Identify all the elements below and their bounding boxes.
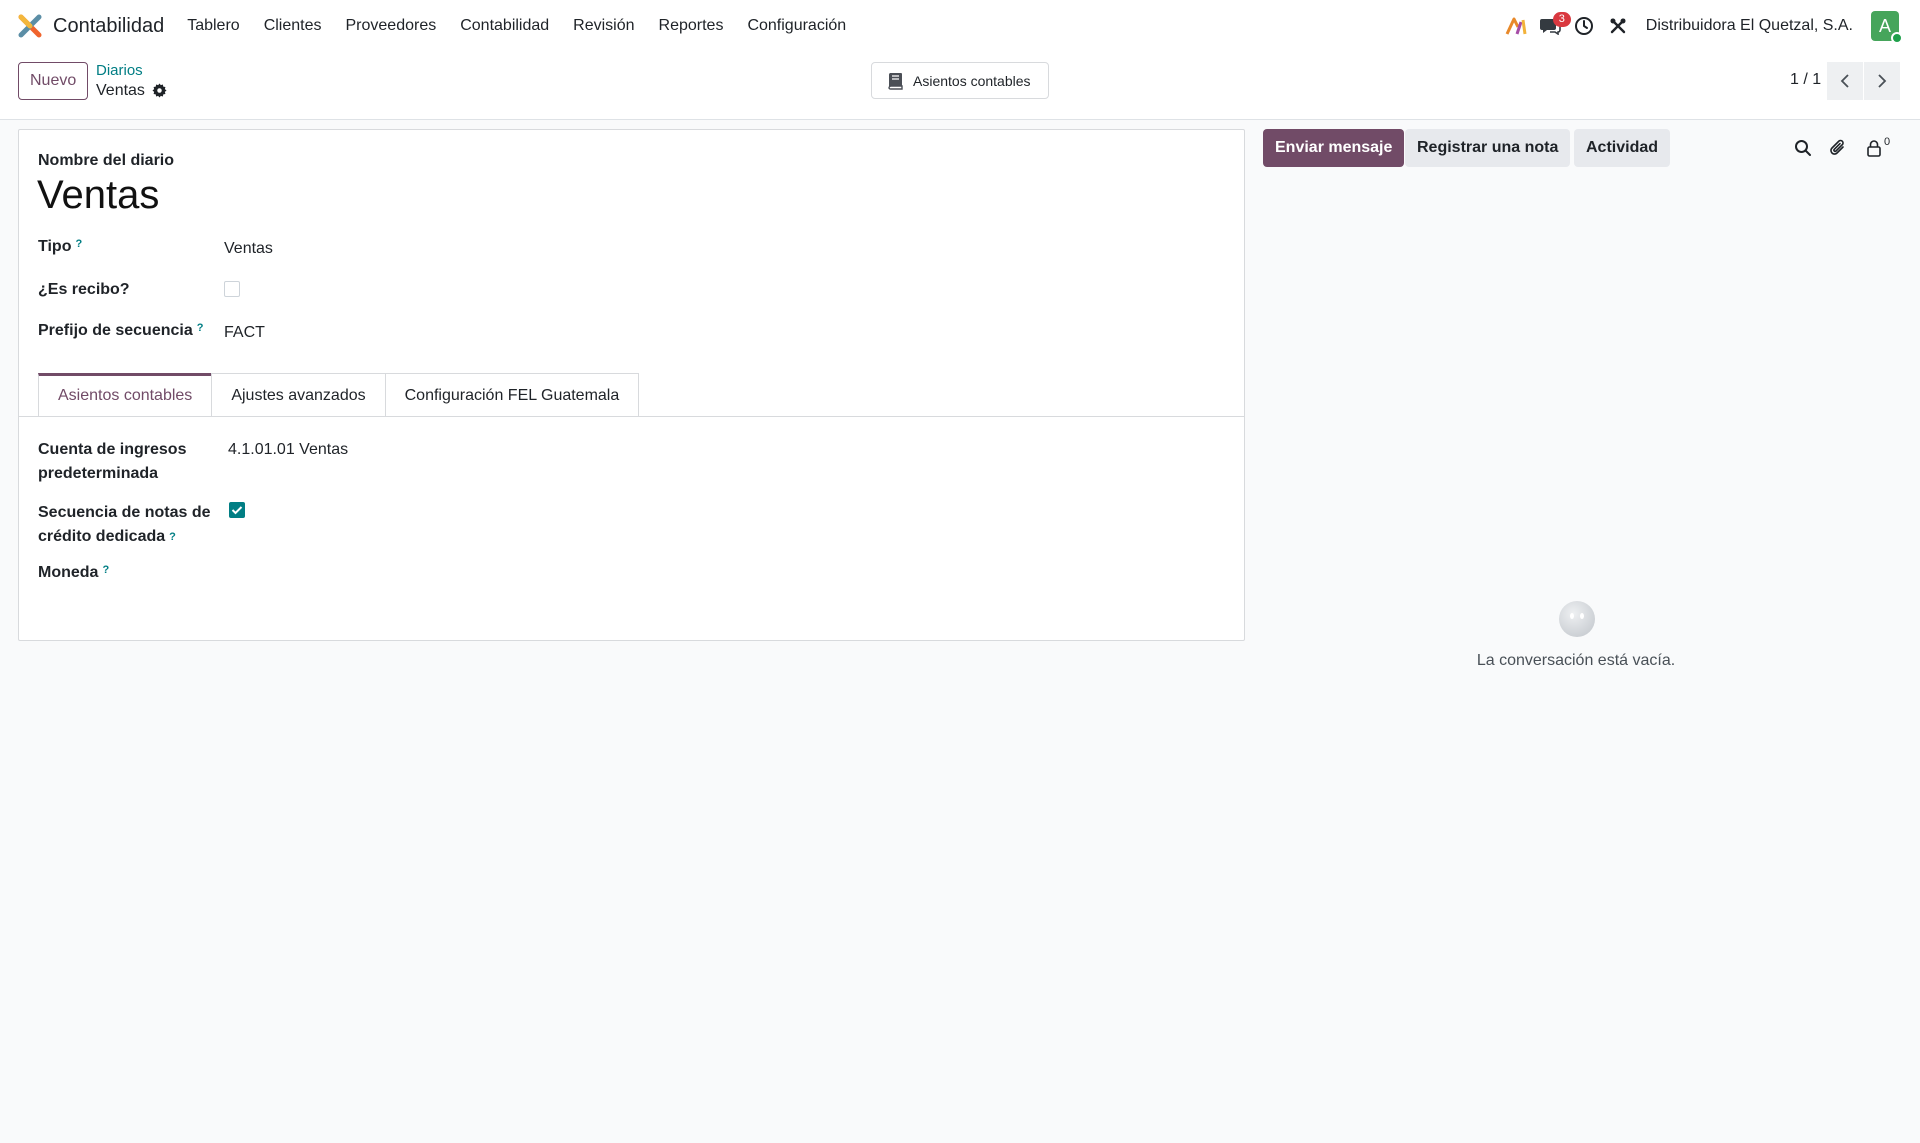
breadcrumb-current-row: Ventas — [96, 81, 167, 100]
breadcrumb: Diarios Ventas — [96, 62, 167, 100]
menu-item-revision[interactable]: Revisión — [561, 0, 646, 52]
help-tooltip-icon[interactable]: ? — [75, 238, 82, 250]
new-button[interactable]: Nuevo — [18, 62, 89, 100]
type-label-row: Tipo? — [38, 238, 82, 256]
tools-icon — [1610, 18, 1626, 34]
credit-note-label-line1: Secuencia de notas de — [38, 504, 211, 521]
sequence-prefix-label-row: Prefijo de secuencia? — [38, 322, 203, 340]
sequence-prefix-label: Prefijo de secuencia — [38, 322, 193, 339]
type-field[interactable]: Ventas — [224, 240, 273, 258]
menu-item-clientes[interactable]: Clientes — [252, 0, 334, 52]
search-messages-button[interactable] — [1793, 138, 1813, 158]
user-avatar[interactable]: A — [1871, 11, 1903, 44]
credit-note-sequence-checkbox[interactable] — [229, 502, 245, 518]
breadcrumb-parent-link[interactable]: Diarios — [96, 62, 167, 80]
income-account-label-line1: Cuenta de ingresos — [38, 441, 187, 458]
menu-item-reportes[interactable]: Reportes — [647, 0, 736, 52]
journal-entries-smart-button[interactable]: Asientos contables — [871, 62, 1049, 99]
menu-item-proveedores[interactable]: Proveedores — [334, 0, 449, 52]
systray: 3 Distribuidora El Quetzal, S.A. A — [1499, 0, 1903, 52]
income-account-field[interactable]: 4.1.01.01 Ventas — [228, 441, 348, 459]
form-sheet: Nombre del diario Ventas Tipo? Ventas ¿E… — [18, 129, 1245, 641]
type-label: Tipo — [38, 238, 72, 255]
checkmark-icon — [231, 506, 243, 515]
notebook-tabs: Asientos contables Ajustes avanzados Con… — [38, 373, 640, 417]
tab-ajustes-avanzados[interactable]: Ajustes avanzados — [211, 373, 386, 417]
empty-conversation-text: La conversación está vacía. — [1476, 652, 1676, 669]
pager-previous-button[interactable] — [1827, 62, 1863, 100]
debug-tools-button[interactable] — [1601, 0, 1635, 52]
followers-button[interactable] — [1864, 138, 1884, 158]
menu-item-tablero[interactable]: Tablero — [175, 0, 251, 52]
empty-conversation-face-icon — [1559, 601, 1595, 637]
attachments-button[interactable] — [1828, 138, 1848, 158]
online-status-dot — [1891, 32, 1903, 44]
is-receipt-label-row: ¿Es recibo? — [38, 281, 130, 299]
currency-label: Moneda — [38, 564, 99, 581]
help-tooltip-icon[interactable]: ? — [102, 564, 109, 576]
journal-name-field[interactable]: Ventas — [37, 173, 159, 218]
app-name: Contabilidad — [53, 14, 165, 37]
main-menu: Tablero Clientes Proveedores Contabilida… — [175, 0, 858, 52]
smart-button-label: Asientos contables — [913, 72, 1031, 89]
odoo-x-logo-icon — [18, 14, 42, 38]
menu-item-contabilidad[interactable]: Contabilidad — [448, 0, 561, 52]
messaging-button[interactable]: 3 — [1533, 0, 1571, 52]
activity-button[interactable]: Actividad — [1574, 129, 1671, 167]
send-message-button[interactable]: Enviar mensaje — [1263, 129, 1405, 167]
search-icon — [1795, 140, 1811, 156]
chevron-left-icon — [1840, 74, 1849, 88]
pager-value[interactable]: 1 / 1 — [1790, 71, 1821, 89]
avatar-initial: A — [1878, 16, 1891, 36]
income-account-label: Cuenta de ingresos predeterminada — [38, 438, 186, 486]
gear-icon[interactable] — [152, 83, 167, 98]
menu-item-configuracion[interactable]: Configuración — [735, 0, 858, 52]
help-tooltip-icon[interactable]: ? — [169, 531, 176, 543]
breadcrumb-current: Ventas — [96, 82, 145, 99]
credit-note-sequence-label: Secuencia de notas de crédito dedicada? — [38, 501, 211, 549]
book-icon — [888, 72, 903, 90]
top-navbar: Contabilidad Tablero Clientes Proveedore… — [0, 0, 1920, 52]
journal-name-label: Nombre del diario — [38, 152, 175, 169]
followers-count: 0 — [1884, 136, 1891, 148]
chevron-right-icon — [1878, 74, 1887, 88]
currency-label-row: Moneda? — [38, 564, 109, 582]
income-account-label-line2: predeterminada — [38, 465, 159, 482]
tab-asientos-contables[interactable]: Asientos contables — [38, 373, 213, 417]
tabs-divider — [19, 416, 1244, 417]
currency-field[interactable] — [224, 562, 524, 586]
tab-configuracion-fel[interactable]: Configuración FEL Guatemala — [384, 373, 640, 417]
company-switcher[interactable]: Distribuidora El Quetzal, S.A. — [1646, 17, 1853, 35]
control-panel: Nuevo Diarios Ventas Asientos contables … — [0, 52, 1920, 120]
brand[interactable]: Contabilidad — [18, 14, 164, 38]
user-lock-icon — [1867, 140, 1881, 157]
activities-button[interactable] — [1567, 0, 1601, 52]
log-note-button[interactable]: Registrar una nota — [1405, 129, 1571, 167]
paperclip-icon — [1830, 139, 1844, 155]
ai-sparkle-icon — [1505, 17, 1527, 35]
help-tooltip-icon[interactable]: ? — [197, 322, 204, 334]
is-receipt-checkbox[interactable] — [224, 281, 240, 297]
ai-assistant-button[interactable] — [1499, 0, 1533, 52]
pager-next-button[interactable] — [1864, 62, 1900, 100]
sequence-prefix-field[interactable]: FACT — [224, 324, 265, 342]
is-receipt-label: ¿Es recibo? — [38, 281, 130, 298]
credit-note-label-line2: crédito dedicada — [38, 528, 166, 545]
clock-icon — [1574, 17, 1593, 35]
